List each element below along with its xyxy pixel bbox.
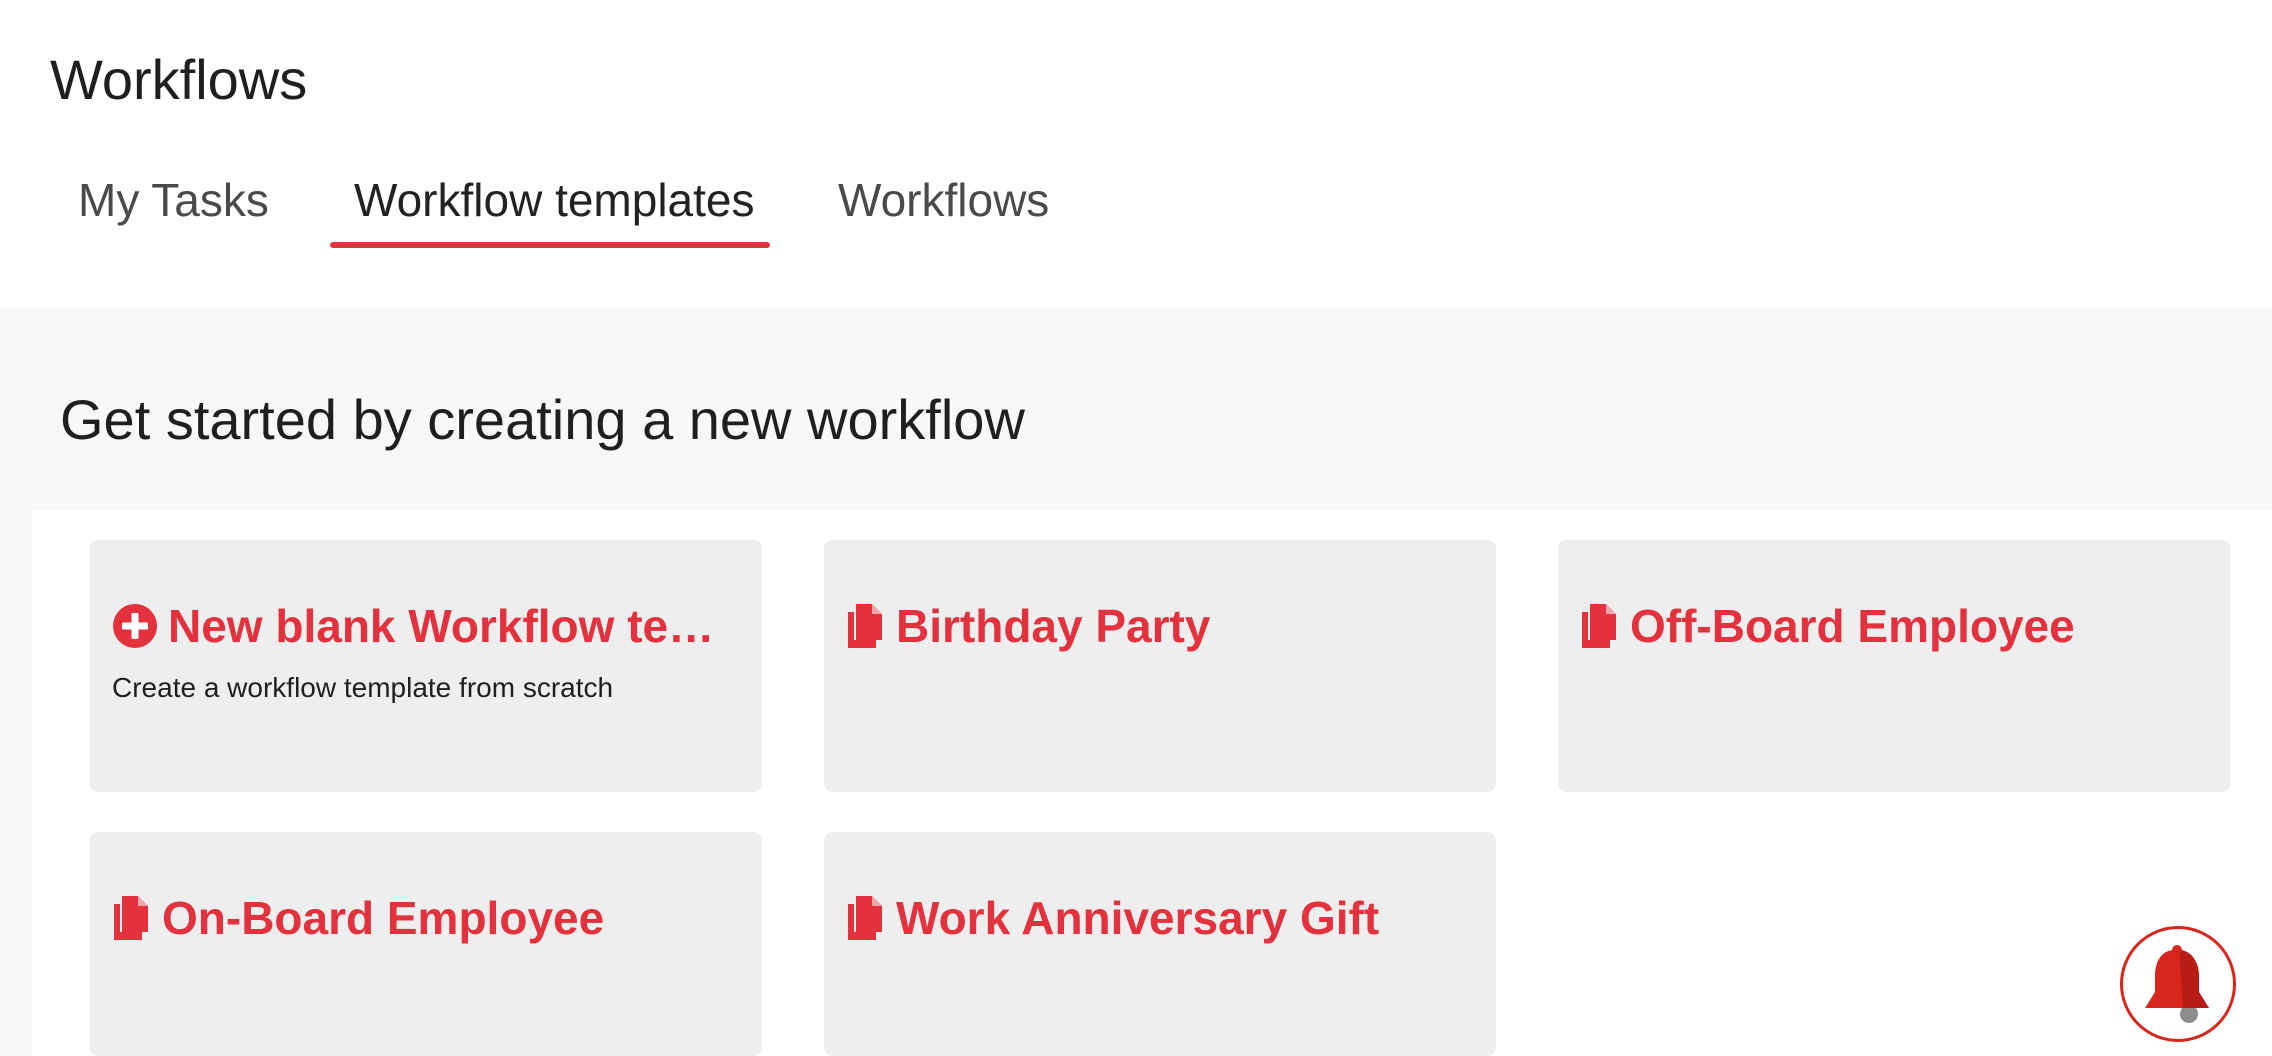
card-header: Birthday Party <box>846 596 1474 656</box>
template-card-off-board-employee[interactable]: Off-Board Employee <box>1558 540 2230 792</box>
copy-icon <box>846 602 886 650</box>
template-card-birthday-party[interactable]: Birthday Party <box>824 540 1496 792</box>
page-title: Workflows <box>50 48 308 111</box>
new-blank-template-card[interactable]: New blank Workflow tem… Create a workflo… <box>90 540 762 792</box>
active-tab-indicator <box>330 242 770 248</box>
plus-circle-icon <box>112 603 158 649</box>
card-title: Birthday Party <box>896 600 1211 652</box>
notifications-button[interactable] <box>2120 926 2236 1042</box>
card-title: Work Anniversary Gift <box>896 892 1380 944</box>
card-header: On-Board Employee <box>112 888 740 948</box>
template-card-grid: New blank Workflow tem… Create a workflo… <box>32 510 2272 1056</box>
card-title: Off-Board Employee <box>1630 600 2075 652</box>
template-card-on-board-employee[interactable]: On-Board Employee <box>90 832 762 1056</box>
card-header: Work Anniversary Gift <box>846 888 1474 948</box>
section-title: Get started by creating a new workflow <box>60 388 1025 451</box>
card-header: New blank Workflow tem… <box>112 596 740 656</box>
copy-icon <box>1580 602 1620 650</box>
tab-my-tasks[interactable]: My Tasks <box>78 160 269 248</box>
card-title: New blank Workflow tem… <box>168 600 740 652</box>
card-title: On-Board Employee <box>162 892 605 944</box>
bell-icon <box>2139 940 2217 1029</box>
card-header: Off-Board Employee <box>1580 596 2208 656</box>
copy-icon <box>112 894 152 942</box>
tab-workflow-templates[interactable]: Workflow templates <box>354 160 755 248</box>
template-card-work-anniversary-gift[interactable]: Work Anniversary Gift <box>824 832 1496 1056</box>
copy-icon <box>846 894 886 942</box>
card-description: Create a workflow template from scratch <box>112 672 614 703</box>
tab-workflows[interactable]: Workflows <box>838 160 1049 248</box>
